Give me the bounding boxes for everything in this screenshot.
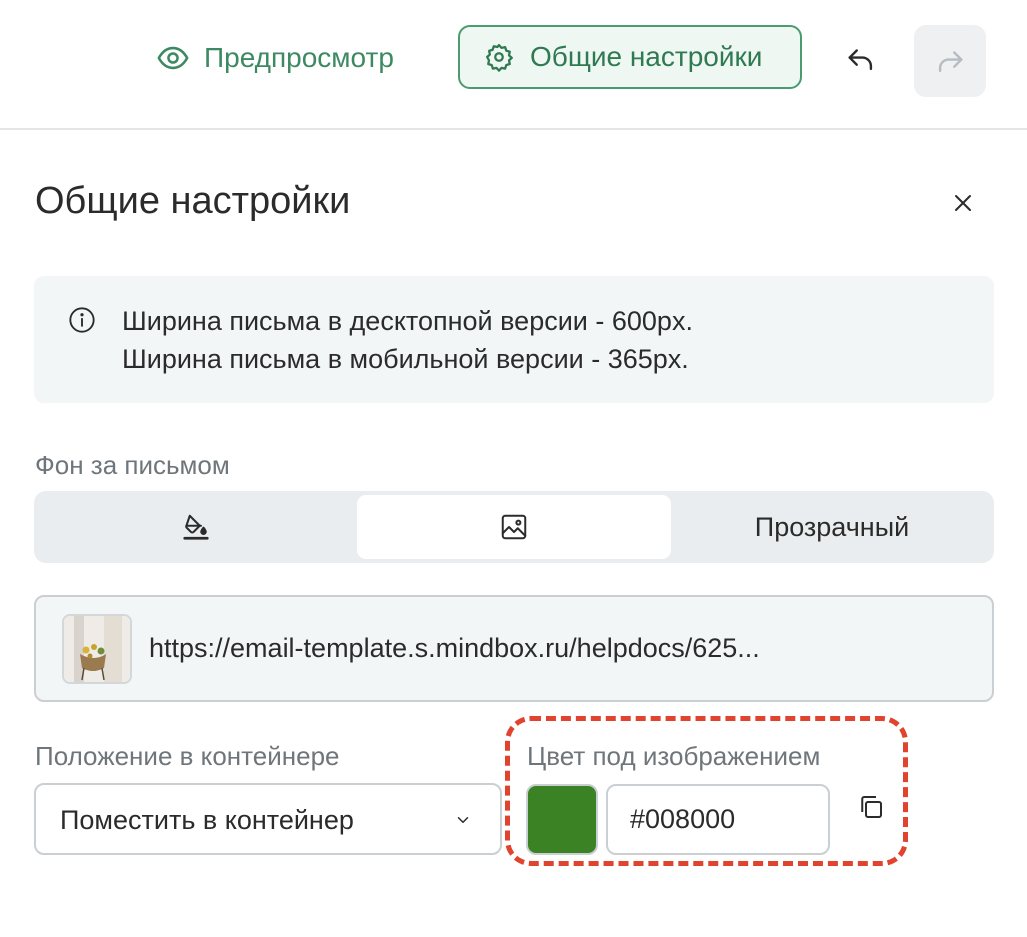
undo-button[interactable] <box>832 30 890 88</box>
general-settings-button[interactable]: Общие настройки <box>458 25 802 89</box>
preview-button-label: Предпросмотр <box>204 42 394 73</box>
image-icon <box>501 514 527 540</box>
info-icon <box>69 307 95 333</box>
image-url-field[interactable]: https://email-template.s.mindbox.ru/help… <box>34 595 994 702</box>
panel-title: Общие настройки <box>35 180 351 222</box>
gear-icon <box>486 44 513 72</box>
redo-button[interactable] <box>914 25 986 97</box>
preview-button[interactable]: Предпросмотр <box>156 30 394 86</box>
close-button[interactable] <box>946 186 980 220</box>
copy-icon[interactable] <box>856 792 886 822</box>
info-box: Ширина письма в десктопной версии - 600p… <box>34 276 994 403</box>
paint-bucket-icon <box>183 514 209 540</box>
background-type-selector: Прозрачный <box>34 491 994 563</box>
color-hex-input[interactable] <box>606 784 830 855</box>
position-label: Положение в контейнере <box>35 741 340 771</box>
close-icon <box>955 195 971 211</box>
info-desktop-width: Ширина письма в десктопной версии - 600p… <box>122 306 693 336</box>
general-settings-button-label: Общие настройки <box>530 41 763 72</box>
image-url-text: https://email-template.s.mindbox.ru/help… <box>149 633 760 663</box>
background-image-option[interactable] <box>357 495 671 559</box>
chevron-down-icon <box>457 817 469 823</box>
undo-icon <box>848 49 873 71</box>
position-select-value: Поместить в контейнер <box>60 805 354 835</box>
position-select[interactable]: Поместить в контейнер <box>34 783 502 855</box>
redo-icon <box>938 51 963 73</box>
background-label: Фон за письмом <box>35 450 230 480</box>
top-toolbar: Предпросмотр Общие настройки <box>0 0 1027 130</box>
eye-icon <box>157 46 189 70</box>
background-transparent-option[interactable]: Прозрачный <box>674 495 990 559</box>
color-label: Цвет под изображением <box>527 741 821 771</box>
info-mobile-width: Ширина письма в мобильной версии - 365px… <box>122 344 689 374</box>
color-swatch[interactable] <box>526 784 598 855</box>
background-color-option[interactable] <box>38 495 354 559</box>
transparent-option-label: Прозрачный <box>754 511 910 542</box>
image-thumbnail <box>62 614 132 684</box>
